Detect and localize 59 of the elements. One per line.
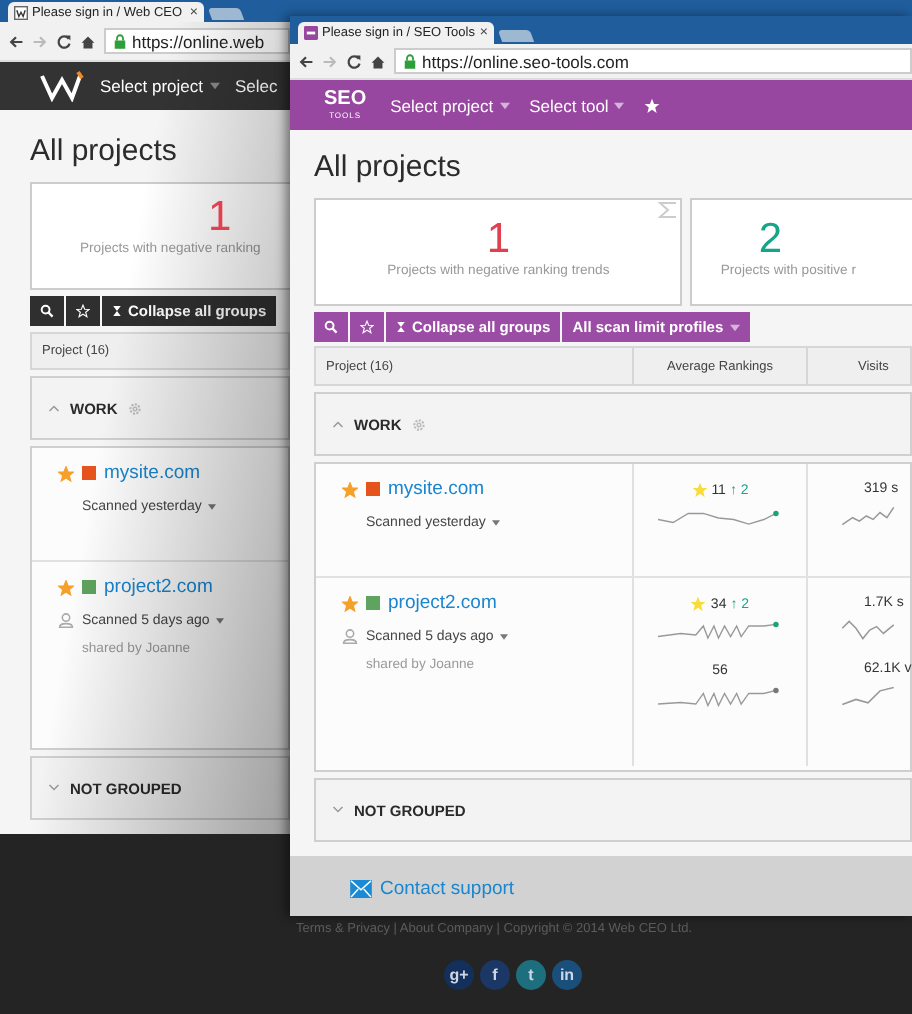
address-field[interactable]: https://online.seo-tools.com bbox=[394, 48, 912, 74]
favicon-icon bbox=[14, 5, 28, 19]
star-icon[interactable] bbox=[342, 595, 358, 611]
social-link[interactable]: f bbox=[480, 960, 510, 990]
nav-menu[interactable]: Select project bbox=[390, 95, 510, 115]
lock-icon bbox=[114, 33, 126, 49]
project-link[interactable]: mysite.com bbox=[388, 478, 485, 500]
star-icon[interactable] bbox=[58, 579, 74, 595]
star-icon bbox=[690, 596, 707, 612]
nav-menu[interactable]: Selec bbox=[235, 76, 278, 96]
star-icon bbox=[360, 320, 374, 334]
star-icon bbox=[691, 482, 708, 498]
favicon-icon bbox=[304, 26, 318, 40]
person-icon bbox=[58, 612, 74, 628]
social-link[interactable]: in bbox=[552, 960, 582, 990]
project-link[interactable]: project2.com bbox=[388, 592, 497, 614]
reload-icon[interactable] bbox=[56, 33, 72, 49]
nav-menu[interactable]: Select tool bbox=[529, 95, 625, 115]
caret-icon bbox=[491, 519, 500, 525]
caret-icon bbox=[729, 323, 740, 331]
star-icon[interactable] bbox=[342, 481, 358, 497]
star-icon bbox=[76, 304, 90, 318]
social-link[interactable]: g+ bbox=[444, 960, 474, 990]
favorites-button[interactable] bbox=[66, 296, 100, 326]
card-value: 2 bbox=[758, 216, 783, 264]
person-icon bbox=[342, 628, 358, 644]
caret-icon bbox=[499, 633, 508, 639]
project-link[interactable]: mysite.com bbox=[104, 462, 201, 484]
card-value: 1 bbox=[208, 194, 232, 242]
reload-icon[interactable] bbox=[346, 53, 362, 69]
page-title: All projects bbox=[30, 132, 179, 172]
page-title: All projects bbox=[314, 148, 463, 188]
search-icon bbox=[324, 320, 338, 334]
home-icon[interactable] bbox=[370, 53, 386, 69]
sparkline bbox=[658, 506, 782, 530]
social-link[interactable]: t bbox=[516, 960, 546, 990]
envelope-icon bbox=[350, 880, 372, 898]
search-button[interactable] bbox=[30, 296, 64, 326]
card-value: 1 bbox=[486, 216, 511, 264]
new-tab-button[interactable] bbox=[207, 8, 245, 20]
home-icon[interactable] bbox=[80, 33, 96, 49]
back-arrow-icon[interactable] bbox=[8, 33, 24, 49]
new-tab-button[interactable] bbox=[497, 30, 535, 42]
sparkline bbox=[658, 686, 782, 710]
lock-icon bbox=[404, 53, 416, 69]
search-icon bbox=[40, 304, 54, 318]
address-field[interactable]: https://online.web bbox=[104, 28, 290, 54]
sum-icon bbox=[658, 202, 679, 218]
sparkline bbox=[658, 620, 782, 644]
back-arrow-icon[interactable] bbox=[298, 53, 314, 69]
star-icon[interactable] bbox=[644, 97, 661, 113]
star-icon[interactable] bbox=[58, 465, 74, 481]
logo-icon[interactable] bbox=[40, 70, 84, 102]
hourglass-icon bbox=[396, 320, 406, 334]
nav-menu[interactable]: Select project bbox=[100, 76, 219, 96]
caret-icon bbox=[215, 617, 224, 623]
project-link[interactable]: project2.com bbox=[104, 576, 213, 598]
caret-icon bbox=[207, 503, 216, 509]
hourglass-icon bbox=[112, 304, 122, 318]
